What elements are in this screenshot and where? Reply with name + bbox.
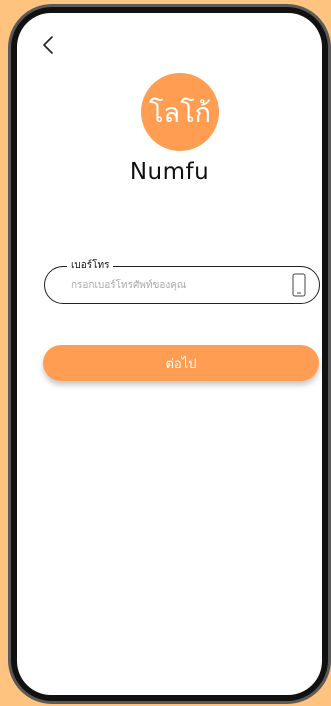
device-frame: โลโก้ Numfu เบอร์โทร ต่อไป <box>8 4 331 704</box>
app-logo: โลโก้ <box>141 73 219 151</box>
logo-text: โลโก้ <box>149 97 211 129</box>
device-bezel: โลโก้ Numfu เบอร์โทร ต่อไป <box>11 7 328 701</box>
chevron-left-icon <box>43 36 53 54</box>
next-button[interactable]: ต่อไป <box>43 345 319 381</box>
smartphone-icon <box>292 273 306 297</box>
phone-field-label: เบอร์โทร <box>67 258 114 274</box>
phone-field[interactable]: เบอร์โทร <box>44 258 320 304</box>
back-button[interactable] <box>37 33 59 57</box>
phone-screen: โลโก้ Numfu เบอร์โทร ต่อไป <box>17 13 322 695</box>
phone-input[interactable] <box>71 275 271 295</box>
app-name: Numfu <box>129 159 210 185</box>
